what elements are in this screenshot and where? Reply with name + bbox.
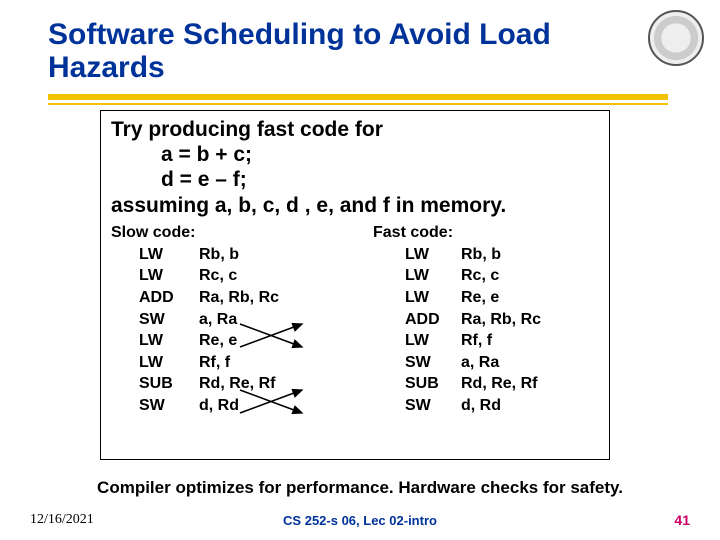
- slow-column: Slow code: LWRb, b LWRc, c ADDRa, Rb, Rc…: [111, 224, 355, 417]
- footer-course: CS 252-s 06, Lec 02-intro: [0, 513, 720, 528]
- op: SW: [405, 352, 461, 374]
- fast-row: LWRb, b: [355, 244, 599, 266]
- args: Rc, c: [199, 265, 355, 287]
- args: Re, e: [199, 330, 355, 352]
- args: Re, e: [461, 287, 599, 309]
- args: Ra, Rb, Rc: [461, 309, 599, 331]
- args: d, Rd: [199, 395, 355, 417]
- args: Rd, Re, Rf: [199, 373, 355, 395]
- slow-row: LWRe, e: [111, 330, 355, 352]
- op: LW: [405, 287, 461, 309]
- fast-title: Fast code:: [373, 224, 599, 242]
- code-columns: Slow code: LWRb, b LWRc, c ADDRa, Rb, Rc…: [111, 224, 599, 417]
- op: SUB: [405, 373, 461, 395]
- args: Rd, Re, Rf: [461, 373, 599, 395]
- intro-line2: assuming a, b, c, d , e, and f in memory…: [111, 194, 506, 217]
- args: Rb, b: [461, 244, 599, 266]
- args: Rf, f: [461, 330, 599, 352]
- intro-expr2: d = e – f;: [161, 167, 599, 192]
- op: LW: [405, 330, 461, 352]
- slide-title: Software Scheduling to Avoid Load Hazard…: [48, 18, 608, 84]
- slide: Software Scheduling to Avoid Load Hazard…: [0, 0, 720, 540]
- op: ADD: [139, 287, 199, 309]
- intro-text: Try producing fast code for a = b + c; d…: [111, 117, 599, 218]
- args: Ra, Rb, Rc: [199, 287, 355, 309]
- seal-icon: [648, 10, 704, 66]
- title-underline-thin: [48, 103, 668, 105]
- op: LW: [139, 330, 199, 352]
- op: LW: [139, 265, 199, 287]
- fast-row: LWRf, f: [355, 330, 599, 352]
- slow-row: SUBRd, Re, Rf: [111, 373, 355, 395]
- op: LW: [139, 244, 199, 266]
- fast-row: ADDRa, Rb, Rc: [355, 309, 599, 331]
- slow-row: LWRb, b: [111, 244, 355, 266]
- fast-row: LWRc, c: [355, 265, 599, 287]
- fast-row: SWd, Rd: [355, 395, 599, 417]
- slow-row: LWRc, c: [111, 265, 355, 287]
- op: SW: [139, 395, 199, 417]
- op: LW: [139, 352, 199, 374]
- args: Rf, f: [199, 352, 355, 374]
- args: Rb, b: [199, 244, 355, 266]
- slow-title: Slow code:: [111, 224, 355, 242]
- fast-row: SWa, Ra: [355, 352, 599, 374]
- bottom-note: Compiler optimizes for performance. Hard…: [0, 478, 720, 498]
- footer-page: 41: [674, 512, 690, 528]
- op: SUB: [139, 373, 199, 395]
- op: ADD: [405, 309, 461, 331]
- args: a, Ra: [461, 352, 599, 374]
- slow-row: SWa, Ra: [111, 309, 355, 331]
- slow-row: ADDRa, Rb, Rc: [111, 287, 355, 309]
- slow-row: SWd, Rd: [111, 395, 355, 417]
- intro-expr1: a = b + c;: [161, 142, 599, 167]
- title-underline: [48, 94, 668, 100]
- fast-row: SUBRd, Re, Rf: [355, 373, 599, 395]
- fast-column: Fast code: LWRb, b LWRc, c LWRe, e ADDRa…: [355, 224, 599, 417]
- op: LW: [405, 244, 461, 266]
- intro-line1: Try producing fast code for: [111, 118, 383, 141]
- fast-row: LWRe, e: [355, 287, 599, 309]
- args: d, Rd: [461, 395, 599, 417]
- args: Rc, c: [461, 265, 599, 287]
- slow-row: LWRf, f: [111, 352, 355, 374]
- op: SW: [405, 395, 461, 417]
- op: LW: [405, 265, 461, 287]
- content-box: Try producing fast code for a = b + c; d…: [100, 110, 610, 460]
- op: SW: [139, 309, 199, 331]
- args: a, Ra: [199, 309, 355, 331]
